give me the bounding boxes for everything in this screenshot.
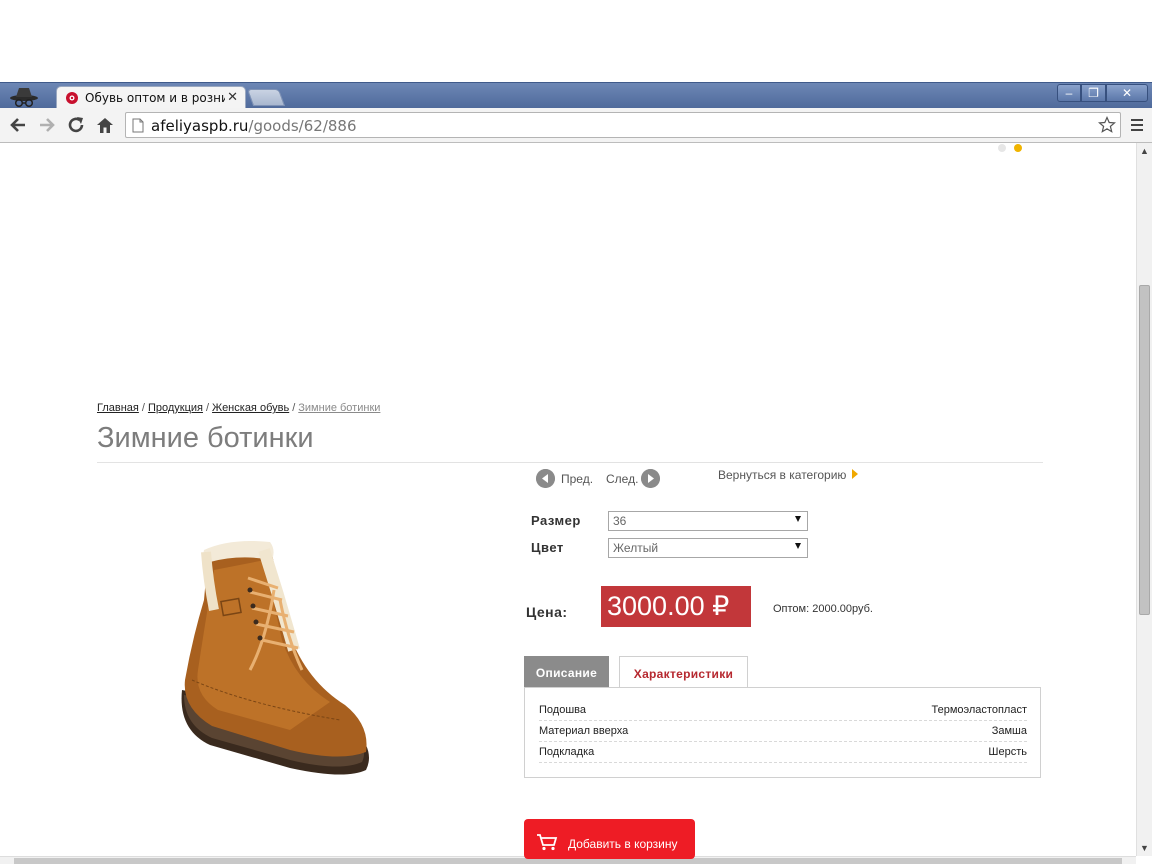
- spec-row: Подкладка Шерсть: [539, 742, 1027, 763]
- browser-tab-strip: Обувь оптом и в розниц ✕ – ❐ ✕: [0, 82, 1152, 109]
- breadcrumb-home-link[interactable]: Главная: [97, 402, 139, 414]
- bookmark-star-icon[interactable]: [1098, 116, 1116, 134]
- add-to-cart-button[interactable]: Добавить в корзину: [524, 819, 695, 859]
- tab-description[interactable]: Описание: [524, 656, 609, 688]
- home-icon[interactable]: [95, 115, 115, 135]
- spec-value: Шерсть: [988, 746, 1027, 758]
- slider-pagination: [998, 139, 1030, 152]
- prev-arrow-icon[interactable]: [536, 469, 555, 488]
- wholesale-price: Оптом: 2000.00руб.: [773, 603, 873, 615]
- breadcrumb-products-link[interactable]: Продукция: [148, 402, 203, 414]
- color-select-value: Желтый: [613, 541, 659, 555]
- dropdown-caret-icon: [795, 516, 801, 522]
- window-minimize-button[interactable]: –: [1057, 84, 1081, 102]
- spec-value: Термоэластопласт: [931, 704, 1028, 716]
- product-image[interactable]: [170, 530, 500, 790]
- screen: Обувь оптом и в розниц ✕ – ❐ ✕ afeliyasp…: [0, 0, 1152, 864]
- breadcrumb-separator: /: [205, 402, 210, 414]
- tab-title: Обувь оптом и в розниц: [85, 91, 225, 105]
- browser-tab-active[interactable]: Обувь оптом и в розниц ✕: [56, 86, 246, 109]
- spec-value: Замша: [991, 725, 1027, 737]
- breadcrumb-womens-link[interactable]: Женская обувь: [212, 402, 289, 414]
- forward-arrow-icon[interactable]: [37, 115, 57, 135]
- site-favicon-icon: [66, 92, 78, 104]
- window-restore-button[interactable]: ❐: [1081, 84, 1106, 102]
- breadcrumb: Главная / Продукция / Женская обувь / Зимние б…: [97, 402, 380, 414]
- scroll-up-icon[interactable]: ▲: [1140, 146, 1149, 156]
- size-select-value: 36: [613, 514, 627, 528]
- scroll-down-icon[interactable]: ▼: [1140, 843, 1149, 853]
- next-link[interactable]: След.: [606, 472, 638, 486]
- tab-close-icon[interactable]: ✕: [227, 89, 238, 105]
- vertical-scrollbar[interactable]: ▲ ▼: [1136, 143, 1152, 856]
- scroll-thumb[interactable]: [1139, 285, 1150, 615]
- next-arrow-icon[interactable]: [641, 469, 660, 488]
- dropdown-caret-icon: [795, 543, 801, 549]
- add-to-cart-label: Добавить в корзину: [568, 837, 678, 851]
- spec-row: Подошва Термоэластопласт: [539, 700, 1027, 721]
- color-label: Цвет: [531, 540, 564, 555]
- spec-key: Материал вверха: [539, 725, 629, 737]
- price-value: 3000.00 ₽: [601, 586, 751, 627]
- menu-hamburger-icon[interactable]: [1130, 117, 1144, 133]
- spec-key: Подошва: [539, 704, 586, 716]
- size-label: Размер: [531, 513, 581, 528]
- title-divider: [97, 462, 1043, 463]
- slider-dot[interactable]: [998, 144, 1006, 152]
- back-arrow-icon[interactable]: [8, 115, 28, 135]
- window-close-button[interactable]: ✕: [1106, 84, 1148, 102]
- browser-toolbar: afeliyaspb.ru/goods/62/886: [0, 108, 1152, 143]
- prev-link[interactable]: Пред.: [561, 472, 593, 486]
- breadcrumb-separator: /: [292, 402, 296, 414]
- price-label: Цена:: [526, 604, 568, 620]
- url-path: /goods/62/886: [248, 117, 357, 135]
- new-tab-button[interactable]: [246, 89, 286, 106]
- reload-icon[interactable]: [66, 115, 86, 135]
- breadcrumb-current: Зимние ботинки: [298, 402, 381, 414]
- specs-panel: Подошва Термоэластопласт Материал вверха…: [524, 687, 1041, 778]
- url-domain: afeliyaspb.ru: [151, 117, 249, 135]
- address-bar[interactable]: afeliyaspb.ru/goods/62/886: [125, 112, 1121, 138]
- tab-specs[interactable]: Характеристики: [619, 656, 748, 689]
- triangle-right-icon: [852, 469, 859, 479]
- spec-key: Подкладка: [539, 746, 595, 758]
- spec-row: Материал вверха Замша: [539, 721, 1027, 742]
- color-select[interactable]: Желтый: [608, 538, 808, 558]
- back-to-category-link[interactable]: Вернуться в категорию: [718, 468, 859, 482]
- incognito-icon: [10, 88, 38, 108]
- breadcrumb-separator: /: [141, 402, 145, 414]
- page-title: Зимние ботинки: [97, 422, 314, 454]
- size-select[interactable]: 36: [608, 511, 808, 531]
- page-icon: [132, 118, 144, 133]
- cart-icon: [537, 834, 558, 851]
- url-text: afeliyaspb.ru/goods/62/886: [151, 117, 357, 135]
- slider-dot-active[interactable]: [1014, 144, 1022, 152]
- back-to-category-label: Вернуться в категорию: [718, 468, 847, 482]
